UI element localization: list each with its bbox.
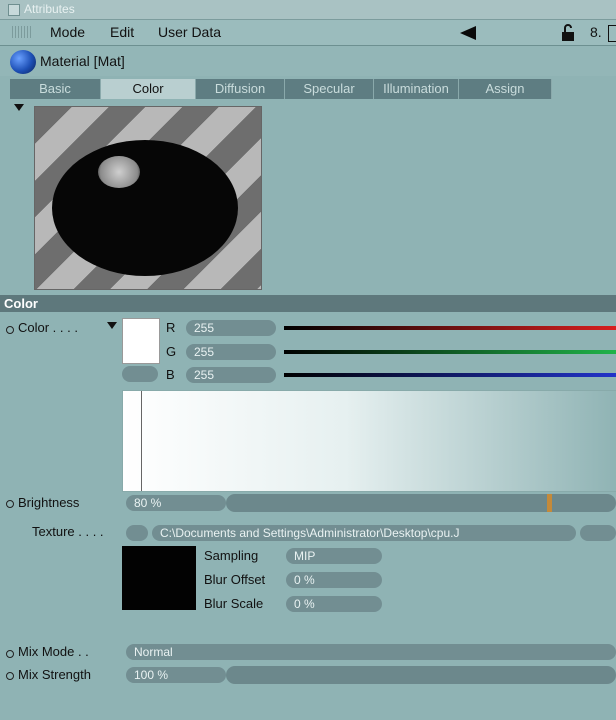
g-input[interactable]: 255 [186, 344, 276, 360]
brightness-input[interactable]: 80 % [126, 495, 226, 511]
b-slider[interactable] [284, 373, 616, 377]
preview-highlight [98, 156, 140, 188]
blur-scale-input[interactable]: 0 % [286, 596, 382, 612]
animate-brightness-icon[interactable] [6, 500, 14, 508]
b-label: B [166, 367, 175, 382]
mix-strength-slider[interactable] [226, 666, 616, 684]
preview-collapse-icon[interactable] [14, 104, 24, 112]
new-panel-icon[interactable] [608, 25, 616, 42]
blur-scale-label: Blur Scale [204, 596, 264, 611]
tab-illumination[interactable]: Illumination [374, 79, 459, 99]
grip-icon[interactable] [12, 26, 32, 38]
color-swatch[interactable] [122, 318, 160, 364]
window-titlebar: Attributes [0, 0, 616, 20]
brightness-label: Brightness [18, 495, 80, 510]
menu-user-data[interactable]: User Data [158, 24, 221, 40]
tab-color[interactable]: Color [101, 79, 196, 99]
blur-offset-input[interactable]: 0 % [286, 572, 382, 588]
window-title: Attributes [24, 2, 75, 16]
mix-strength-input[interactable]: 100 % [126, 667, 226, 683]
texture-browse-button[interactable] [580, 525, 616, 541]
brightness-slider[interactable] [226, 494, 616, 512]
r-input[interactable]: 255 [186, 320, 276, 336]
texture-menu-button[interactable] [126, 525, 148, 541]
g-label: G [166, 344, 177, 359]
menu-edit[interactable]: Edit [110, 24, 134, 40]
material-sphere-icon [10, 50, 36, 74]
tab-specular[interactable]: Specular [285, 79, 374, 99]
b-input[interactable]: 255 [186, 367, 276, 383]
mix-mode-label: Mix Mode . . [18, 644, 89, 659]
sampling-label: Sampling [204, 548, 259, 563]
menubar [0, 20, 616, 46]
material-name: Material [Mat] [40, 53, 125, 69]
tab-assign[interactable]: Assign [459, 79, 552, 99]
texture-label: Texture . . . . [32, 524, 104, 539]
preview-sphere [52, 140, 238, 276]
lock-icon[interactable] [560, 24, 576, 42]
color-label: Color . . . . [18, 320, 78, 335]
r-label: R [166, 320, 176, 335]
color-gradient-preview[interactable] [122, 390, 616, 492]
color-section-header[interactable]: Color [0, 295, 616, 312]
texture-thumbnail [122, 546, 196, 610]
sampling-select[interactable]: MIP [286, 548, 382, 564]
menu-mode[interactable]: Mode [50, 24, 85, 40]
back-arrow-icon[interactable] [458, 25, 478, 41]
animate-mix-mode-icon[interactable] [6, 650, 14, 658]
g-slider[interactable] [284, 350, 616, 354]
mix-strength-label: Mix Strength [18, 667, 91, 682]
animate-color-icon[interactable] [6, 326, 14, 334]
color-dropdown-icon[interactable] [107, 322, 117, 330]
mix-mode-select[interactable]: Normal [126, 644, 616, 660]
window-menu-icon[interactable] [8, 4, 20, 16]
brightness-slider-handle[interactable] [547, 494, 552, 512]
tab-basic[interactable]: Basic [10, 79, 101, 99]
tab-diffusion[interactable]: Diffusion [196, 79, 285, 99]
menu-extra: 8. [590, 24, 602, 40]
blur-offset-label: Blur Offset [204, 572, 266, 587]
animate-mix-strength-icon[interactable] [6, 672, 14, 680]
r-slider[interactable] [284, 326, 616, 330]
color-mode-button[interactable] [122, 366, 158, 382]
texture-path-field[interactable]: C:\Documents and Settings\Administrator\… [152, 525, 576, 541]
